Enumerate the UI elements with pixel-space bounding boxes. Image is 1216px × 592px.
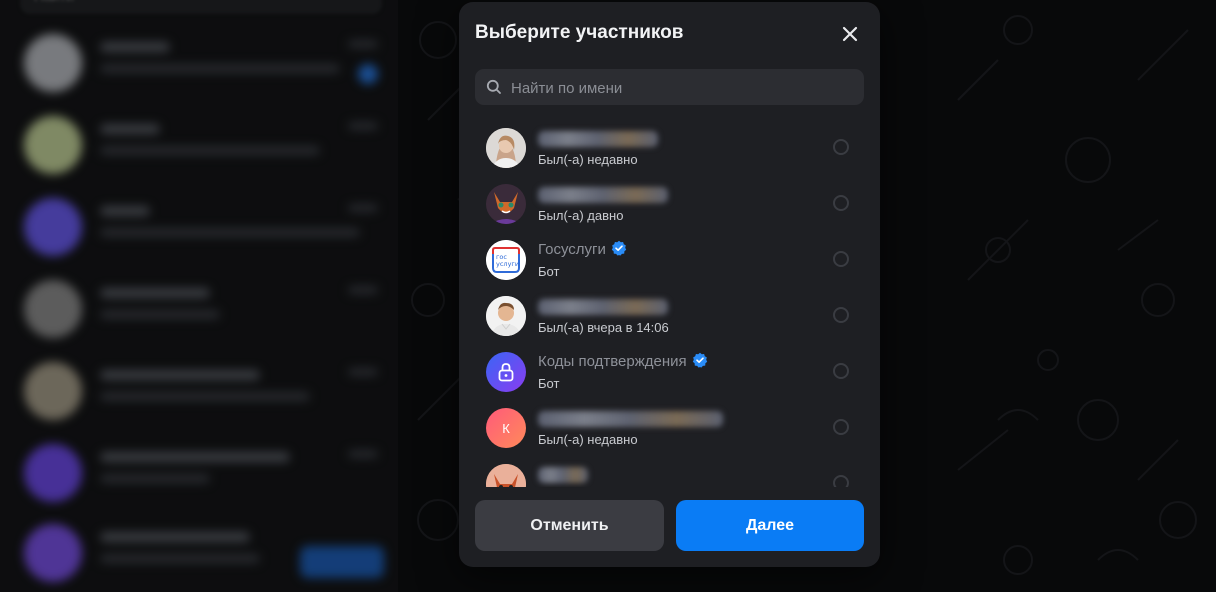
svg-text:услуги: услуги: [496, 260, 519, 268]
contact-name-text: Госуслуги: [538, 241, 606, 258]
contact-status: Был(-а) недавно: [538, 152, 638, 167]
select-radio[interactable]: [833, 475, 849, 487]
verified-badge-icon: [611, 240, 627, 256]
contact-row[interactable]: Был(-а) недавно: [459, 122, 880, 178]
search-input[interactable]: [509, 69, 853, 107]
select-radio[interactable]: [833, 251, 849, 267]
contact-status: Бот: [538, 376, 560, 391]
avatar: [486, 128, 526, 168]
select-radio[interactable]: [833, 363, 849, 379]
select-radio[interactable]: [833, 139, 849, 155]
cancel-button[interactable]: Отменить: [475, 500, 664, 551]
contact-name-hidden: [538, 411, 723, 427]
contact-status: Бот: [538, 264, 560, 279]
select-participants-dialog: Выберите участников Найти по имени Был(-…: [459, 2, 880, 567]
avatar-letter-text: К: [502, 420, 510, 436]
contact-status: Был(-а) давно: [538, 208, 624, 223]
search-icon: [486, 79, 502, 95]
gosuslugi-logo: гос услуги: [486, 240, 526, 280]
next-button[interactable]: Далее: [676, 500, 864, 551]
contact-status: Был(-а) вчера в 14:06: [538, 320, 669, 335]
search-field[interactable]: [475, 69, 864, 107]
lock-icon: [486, 352, 526, 392]
avatar-letter: К: [486, 408, 526, 448]
avatar: [486, 296, 526, 336]
contact-name-hidden: [538, 299, 668, 315]
contact-row[interactable]: Был(-а) давно: [459, 178, 880, 234]
contact-status: Был(-а) недавно: [538, 432, 638, 447]
select-radio[interactable]: [833, 195, 849, 211]
contact-row[interactable]: [459, 458, 880, 487]
verified-badge-icon: [692, 352, 708, 368]
contact-name-hidden: [538, 187, 668, 203]
close-icon[interactable]: [838, 22, 862, 46]
contact-list[interactable]: Был(-а) недавно Был(-а) давно гос услуги…: [459, 122, 880, 487]
avatar: [486, 464, 526, 487]
select-radio[interactable]: [833, 419, 849, 435]
avatar: [486, 184, 526, 224]
contact-row[interactable]: гос услуги Госуслуги Бот: [459, 234, 880, 290]
dialog-title: Выберите участников: [475, 22, 684, 43]
contact-name: Коды подтверждения: [538, 352, 708, 370]
contact-name: Госуслуги: [538, 240, 627, 258]
select-radio[interactable]: [833, 307, 849, 323]
contact-name-hidden: [538, 467, 588, 483]
contact-row[interactable]: К Был(-а) недавно: [459, 402, 880, 458]
contact-name-hidden: [538, 131, 658, 147]
contact-row[interactable]: Коды подтверждения Бот: [459, 346, 880, 402]
contact-name-text: Коды подтверждения: [538, 353, 687, 370]
contact-row[interactable]: Был(-а) вчера в 14:06: [459, 290, 880, 346]
